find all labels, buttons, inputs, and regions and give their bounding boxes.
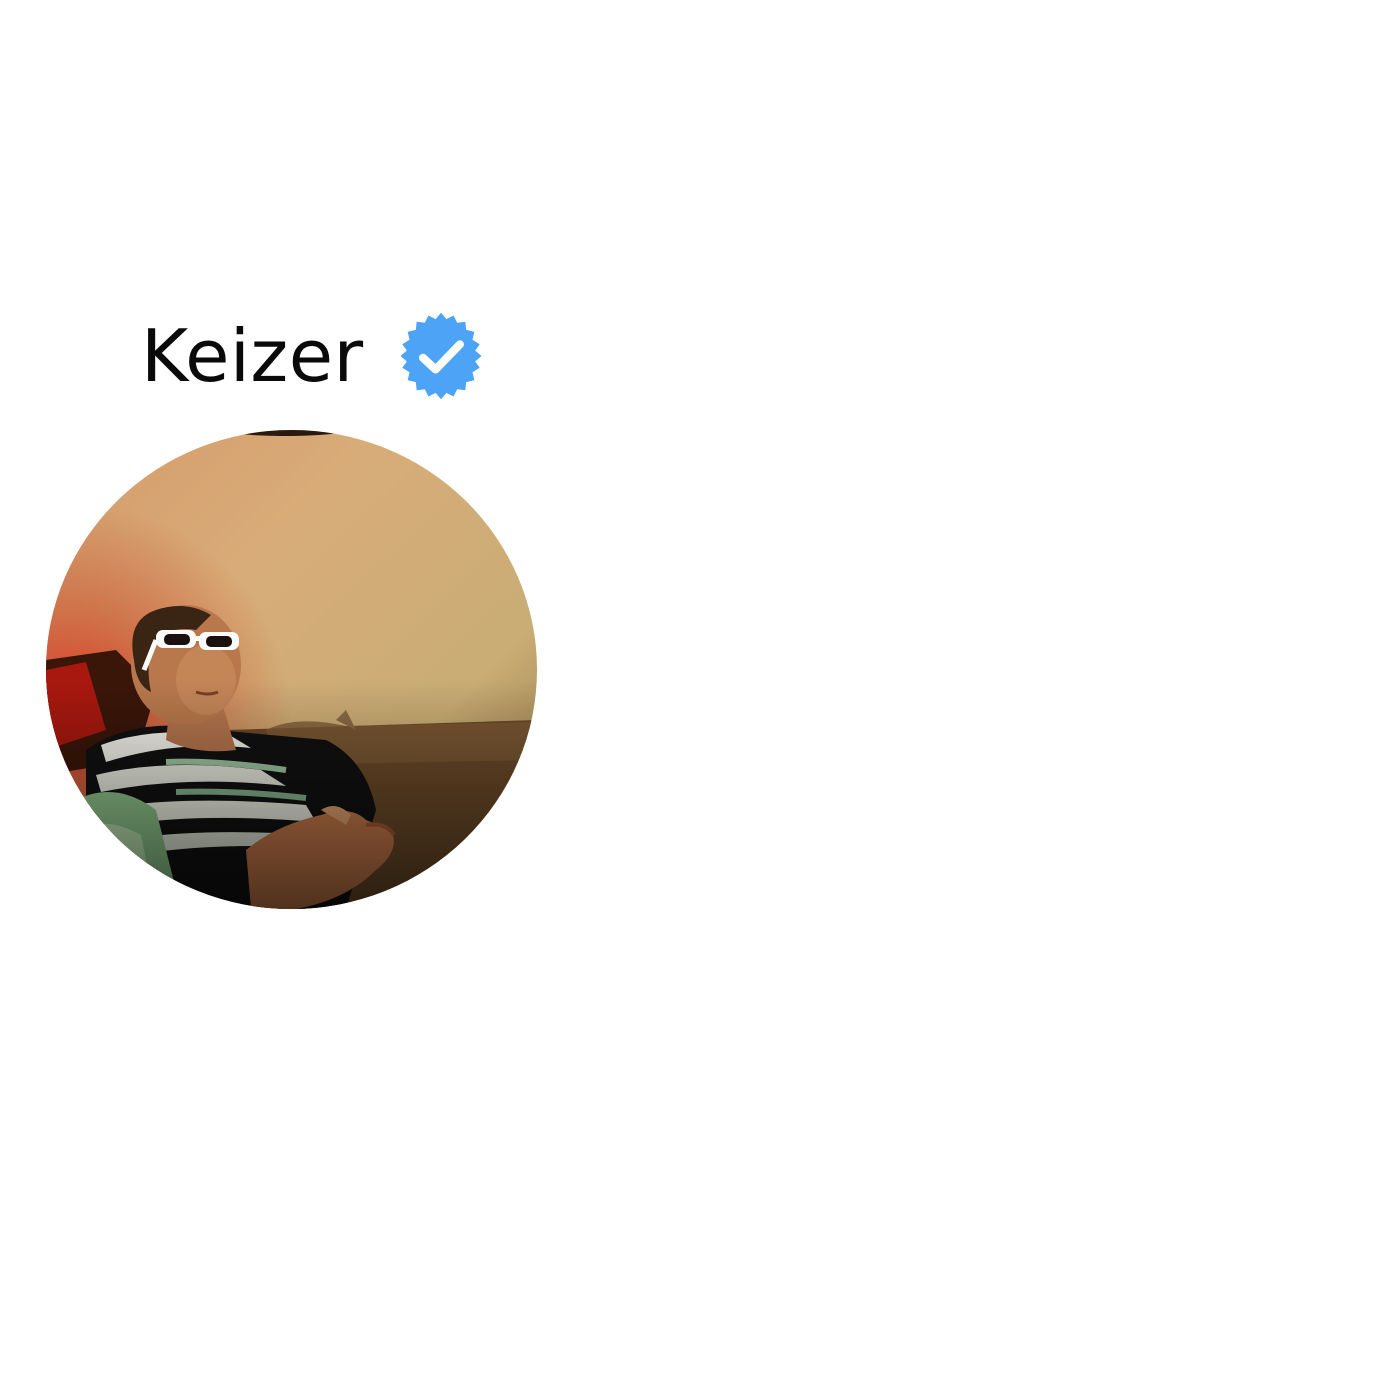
profile-avatar[interactable]	[46, 430, 537, 909]
profile-name: Keizer	[141, 314, 364, 398]
profile-header: Keizer	[141, 308, 486, 404]
profile-photo	[46, 430, 537, 909]
verified-badge-icon	[400, 312, 482, 400]
